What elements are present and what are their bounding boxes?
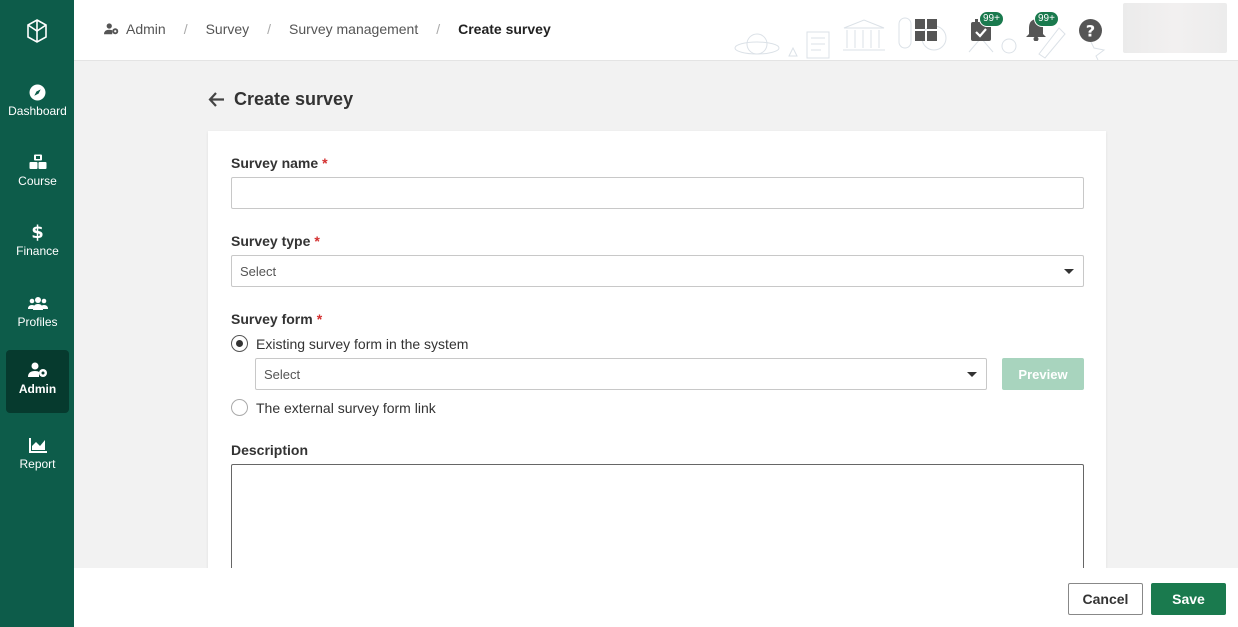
survey-form-label-text: Survey form xyxy=(231,311,313,327)
top-header: Admin / Survey / Survey management / Cre… xyxy=(74,0,1238,61)
sidebar-item-label: Course xyxy=(18,174,57,188)
sidebar-item-dashboard[interactable]: Dashboard xyxy=(6,72,69,135)
user-avatar[interactable] xyxy=(1123,3,1227,53)
sidebar-item-label: Dashboard xyxy=(8,104,67,118)
tasks-badge: 99+ xyxy=(979,11,1004,27)
breadcrumb-current: Create survey xyxy=(458,21,551,37)
radio-external-label: The external survey form link xyxy=(256,399,436,416)
existing-survey-form-value: Select xyxy=(264,367,301,382)
required-mark: * xyxy=(322,155,328,171)
survey-name-input[interactable] xyxy=(231,177,1084,209)
radio-button-checked[interactable] xyxy=(231,335,248,352)
survey-name-label-text: Survey name xyxy=(231,155,319,171)
page-title-text: Create survey xyxy=(234,89,354,109)
radio-button-unchecked[interactable] xyxy=(231,399,248,416)
survey-type-label-text: Survey type xyxy=(231,233,311,249)
caret-down-icon xyxy=(1064,269,1074,274)
survey-name-label: Survey name * xyxy=(231,155,328,171)
breadcrumb: Admin / Survey / Survey management / Cre… xyxy=(104,21,551,37)
breadcrumb-item-survey-management[interactable]: Survey management xyxy=(289,21,418,37)
user-gear-icon xyxy=(27,360,48,380)
preview-button[interactable]: Preview xyxy=(1002,358,1084,390)
sidebar-item-label: Report xyxy=(19,457,56,471)
footer-action-bar: Cancel Save xyxy=(74,568,1238,627)
svg-text:?: ? xyxy=(1085,21,1094,40)
chart-icon xyxy=(28,435,48,455)
survey-type-label: Survey type * xyxy=(231,233,320,249)
survey-type-select[interactable]: Select xyxy=(231,255,1084,287)
survey-type-value: Select xyxy=(240,264,277,279)
cancel-button[interactable]: Cancel xyxy=(1068,583,1143,615)
apps-grid-icon[interactable] xyxy=(914,18,938,42)
notifications-button[interactable]: 99+ xyxy=(1024,11,1059,42)
radio-external-survey-link[interactable]: The external survey form link xyxy=(231,399,436,416)
back-arrow-icon[interactable] xyxy=(208,91,226,109)
create-survey-form: Survey name * Survey type * Select Survey … xyxy=(208,131,1106,574)
survey-form-label: Survey form * xyxy=(231,311,322,327)
dollar-icon: $ xyxy=(31,221,44,243)
sidebar-item-profiles[interactable]: Profiles xyxy=(6,283,69,346)
help-icon[interactable]: ? xyxy=(1078,18,1102,42)
sidebar-item-admin[interactable]: Admin xyxy=(6,350,69,413)
tasks-button[interactable]: 99+ xyxy=(969,11,1004,42)
compass-icon xyxy=(28,82,48,102)
save-button[interactable]: Save xyxy=(1151,583,1226,615)
required-mark: * xyxy=(314,233,320,249)
sidebar: Dashboard Course $ Finance Profiles Admi… xyxy=(0,0,74,627)
sidebar-item-report[interactable]: Report xyxy=(6,425,69,488)
breadcrumb-separator: / xyxy=(436,21,441,37)
radio-existing-label: Existing survey form in the system xyxy=(256,335,469,352)
breadcrumb-item-survey[interactable]: Survey xyxy=(206,21,250,37)
course-icon xyxy=(28,152,48,172)
required-mark: * xyxy=(316,311,323,327)
breadcrumb-separator: / xyxy=(267,21,272,37)
sidebar-item-label: Admin xyxy=(18,382,57,396)
breadcrumb-separator: / xyxy=(183,21,188,37)
sidebar-item-course[interactable]: Course xyxy=(6,142,69,205)
description-textarea[interactable] xyxy=(231,464,1084,574)
page-title: Create survey xyxy=(208,89,353,110)
description-label: Description xyxy=(231,442,309,458)
sidebar-item-label: Finance xyxy=(16,244,59,258)
users-icon xyxy=(27,293,48,313)
sidebar-item-label: Profiles xyxy=(17,315,58,329)
notifications-badge: 99+ xyxy=(1034,11,1059,27)
caret-down-icon xyxy=(967,372,977,377)
sidebar-item-finance[interactable]: $ Finance xyxy=(6,212,69,275)
user-gear-icon xyxy=(104,23,119,35)
breadcrumb-item-admin[interactable]: Admin xyxy=(104,21,166,37)
existing-survey-form-select[interactable]: Select xyxy=(255,358,987,390)
breadcrumb-label: Admin xyxy=(126,21,166,37)
radio-existing-survey-form[interactable]: Existing survey form in the system xyxy=(231,335,468,352)
app-logo-icon[interactable] xyxy=(24,17,50,45)
